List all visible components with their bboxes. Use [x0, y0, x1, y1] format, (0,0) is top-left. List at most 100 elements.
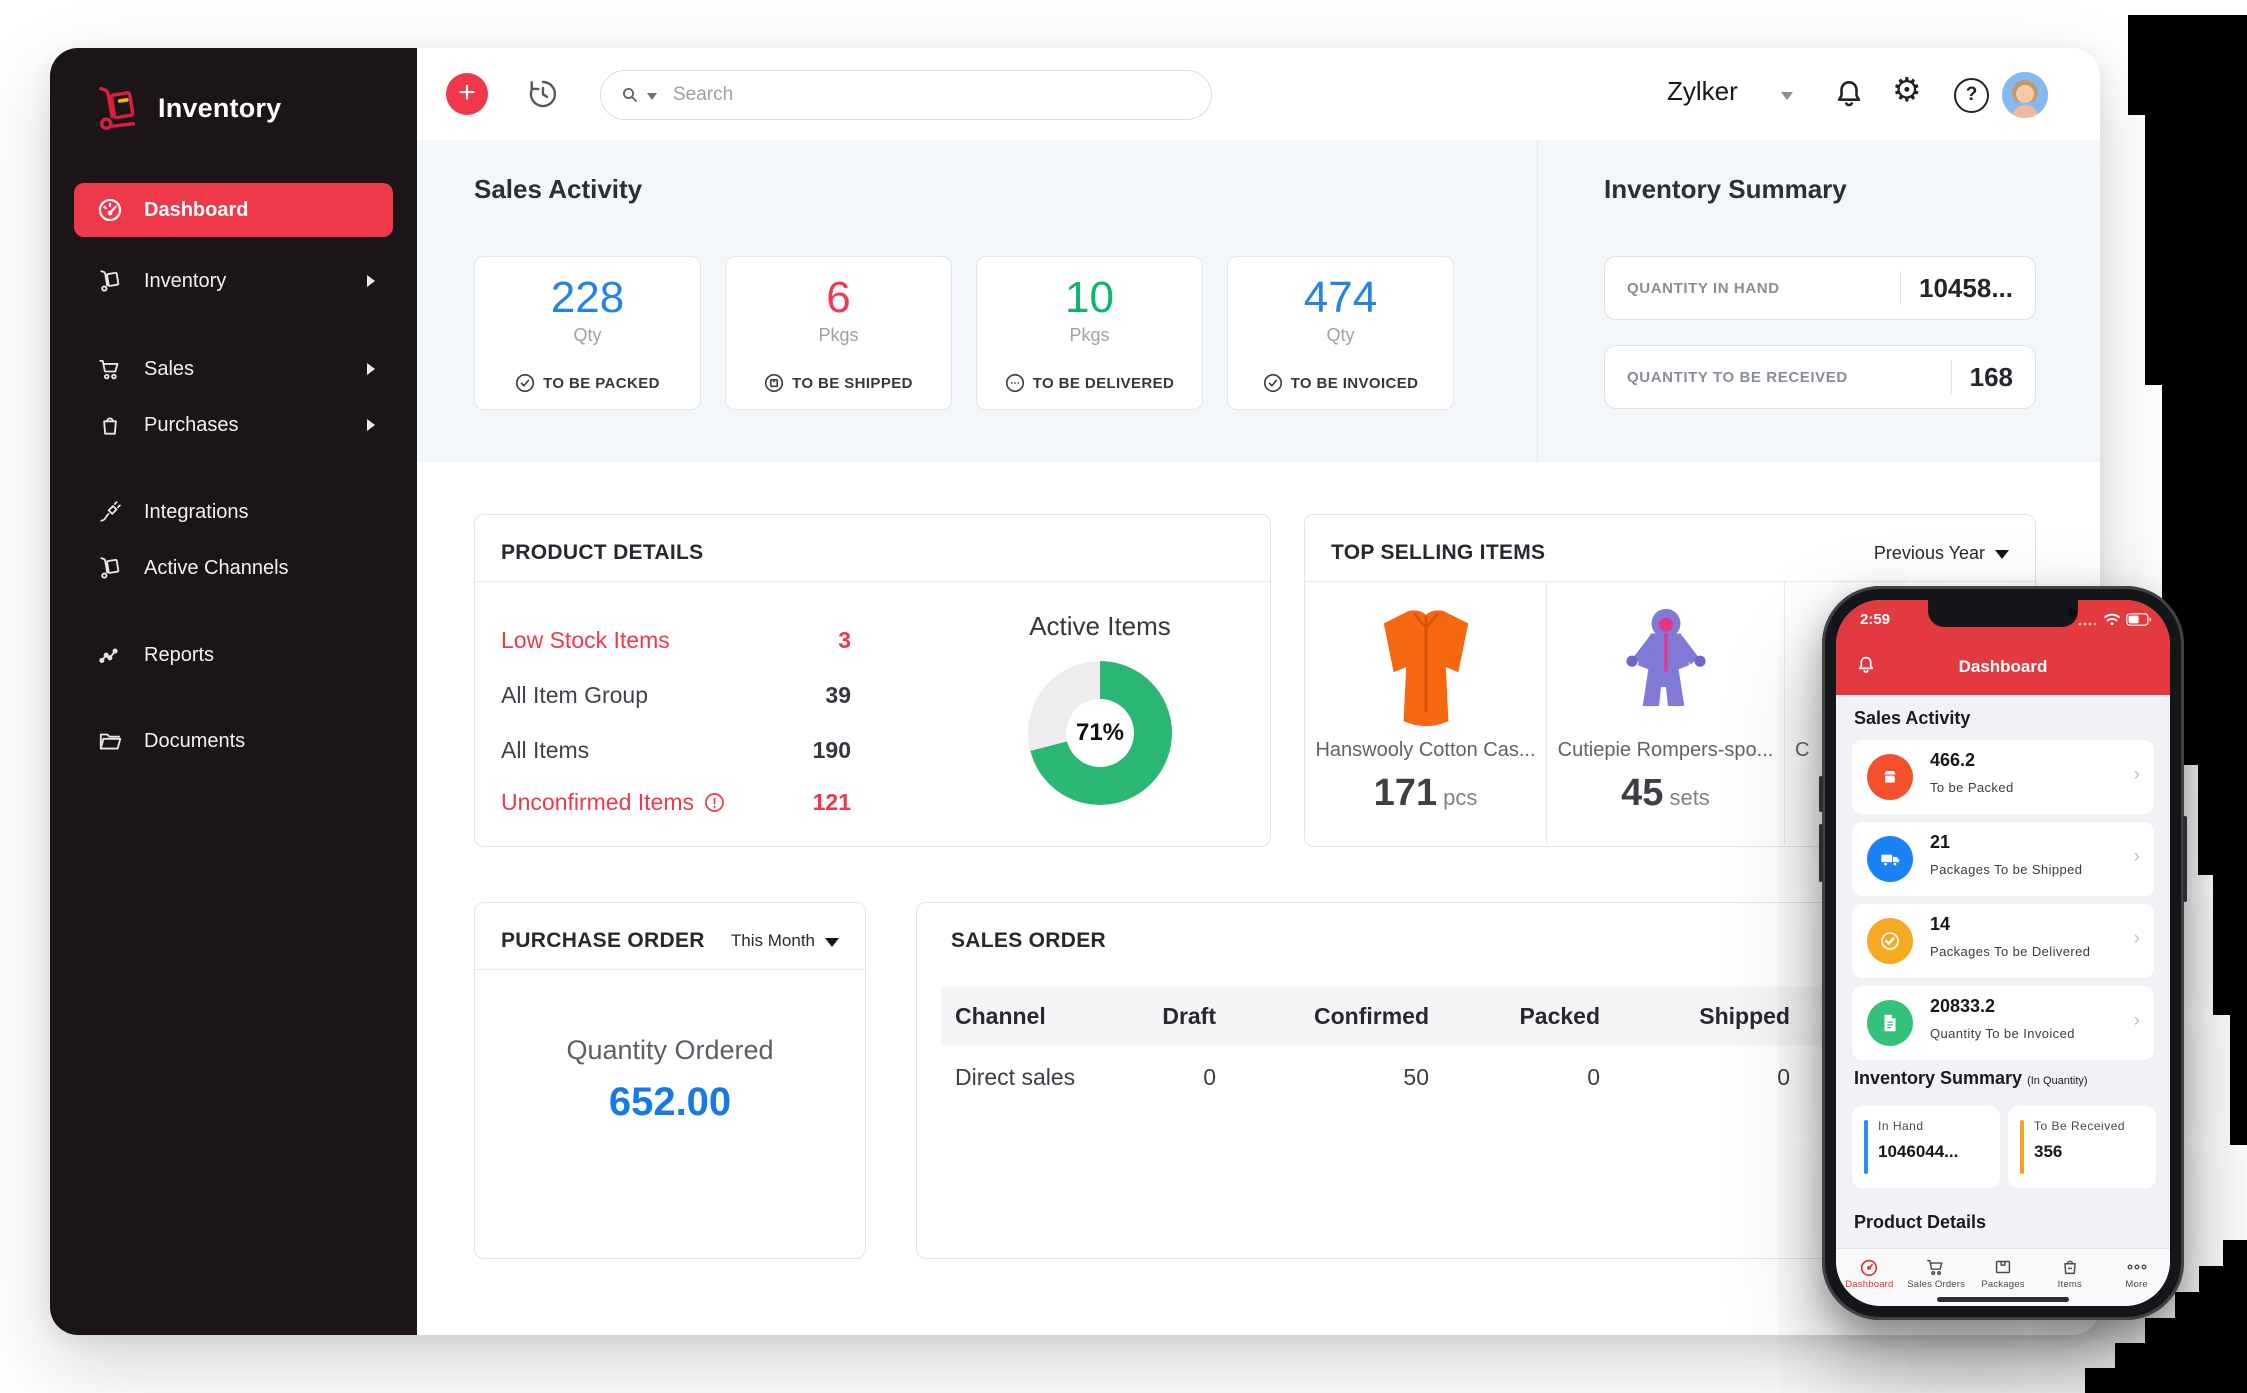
bell-icon[interactable]: [1831, 76, 1867, 112]
metric-unit: Pkgs: [726, 325, 951, 346]
caret-down-icon: [1995, 550, 2009, 559]
divider: [1900, 271, 1901, 305]
check-circle-icon: [515, 373, 535, 393]
item-name: Hanswooly Cotton Cas...: [1305, 739, 1546, 762]
all-item-group-row[interactable]: All Item Group 39: [501, 682, 851, 709]
metric-value: 228: [475, 273, 700, 323]
metric-label: TO BE INVOICED: [1291, 375, 1419, 392]
handtruck-icon: [96, 554, 124, 582]
history-icon[interactable]: [525, 76, 561, 112]
app-window: Inventory Dashboard Inventory: [50, 48, 2100, 1335]
phone-to-be-shipped-card[interactable]: 21 Packages To be Shipped ›: [1852, 822, 2154, 896]
metric-label: TO BE PACKED: [543, 375, 660, 392]
quantity-to-be-received-row: QUANTITY TO BE RECEIVED 168: [1604, 345, 2036, 409]
speedometer-icon: [1836, 1255, 1903, 1279]
accent-bar: [1864, 1120, 1868, 1174]
search-bar[interactable]: [600, 70, 1212, 120]
truck-icon: [1867, 836, 1913, 882]
to-be-shipped-card[interactable]: 6 Pkgs TO BE SHIPPED: [725, 256, 952, 410]
org-switcher[interactable]: Zylker: [1667, 76, 1738, 107]
search-input[interactable]: [671, 83, 1193, 107]
metric-unit: Qty: [475, 325, 700, 346]
active-items-donut: 71%: [1028, 661, 1172, 805]
line-chart-icon: [96, 641, 124, 669]
sidebar-item-reports[interactable]: Reports: [74, 631, 393, 679]
metric-unit: Qty: [1228, 325, 1453, 346]
check-circle-icon: [1263, 373, 1283, 393]
sidebar-item-purchases[interactable]: Purchases: [74, 401, 393, 449]
phone-to-be-invoiced-card[interactable]: 20833.2 Quantity To be Invoiced ›: [1852, 986, 2154, 1060]
all-items-row[interactable]: All Items 190: [501, 737, 851, 764]
top-item-1[interactable]: Hanswooly Cotton Cas... 171pcs: [1305, 581, 1546, 846]
column-header: Shipped: [1650, 987, 1790, 1045]
low-stock-items-row[interactable]: Low Stock Items 3: [501, 627, 851, 654]
handtruck-logo-icon: [90, 82, 142, 134]
sidebar-item-inventory[interactable]: Inventory: [74, 257, 393, 305]
period-filter[interactable]: Previous Year: [1874, 543, 2009, 564]
chevron-right-icon: ›: [2134, 1010, 2140, 1032]
sidebar-item-integrations[interactable]: Integrations: [74, 488, 393, 536]
chevron-right-icon: [367, 363, 375, 375]
phone-inventory-summary-title: Inventory Summary (In Quantity): [1854, 1068, 2088, 1089]
volume-up-button: [1819, 776, 1823, 812]
info-icon[interactable]: [704, 792, 725, 813]
sidebar-item-label: Dashboard: [144, 199, 248, 222]
summary-label: QUANTITY IN HAND: [1627, 280, 1780, 297]
divider: [475, 969, 865, 970]
app-logo[interactable]: Inventory: [90, 82, 281, 134]
home-indicator[interactable]: [1937, 1297, 2069, 1302]
metric-label: TO BE SHIPPED: [792, 375, 913, 392]
summary-label: QUANTITY TO BE RECEIVED: [1627, 369, 1848, 386]
romper-image: [1547, 597, 1784, 733]
add-button[interactable]: +: [446, 73, 488, 115]
phone-camera: [2068, 608, 2077, 617]
package-circle-icon: [764, 373, 784, 393]
sidebar: Inventory Dashboard Inventory: [50, 48, 417, 1335]
gear-icon[interactable]: ⚙: [1892, 72, 1928, 108]
package-icon: [1867, 754, 1913, 800]
help-icon[interactable]: ?: [1954, 78, 1990, 114]
phone-to-be-delivered-card[interactable]: 14 Packages To be Delivered ›: [1852, 904, 2154, 978]
metric-label: Quantity Ordered: [475, 1035, 865, 1066]
phone-screen: 2:59 Dashboard Sales Activity: [1836, 600, 2170, 1306]
avatar[interactable]: [2002, 72, 2048, 118]
unconfirmed-items-row[interactable]: Unconfirmed Items 121: [501, 789, 851, 816]
signal-icon: [2078, 614, 2098, 626]
top-item-2[interactable]: Cutiepie Rompers-spo... 45sets: [1547, 581, 1784, 846]
sidebar-item-dashboard[interactable]: Dashboard: [74, 183, 393, 237]
phone-in-hand-card[interactable]: In Hand 1046044...: [1852, 1106, 2000, 1188]
to-be-invoiced-card[interactable]: 474 Qty TO BE INVOICED: [1227, 256, 1454, 410]
phone-to-be-received-card[interactable]: To Be Received 356: [2008, 1106, 2156, 1188]
quantity-in-hand-row: QUANTITY IN HAND 10458...: [1604, 256, 2036, 320]
to-be-packed-card[interactable]: 228 Qty TO BE PACKED: [474, 256, 701, 410]
sidebar-item-active-channels[interactable]: Active Channels: [74, 544, 393, 592]
phone-tab-more[interactable]: More: [2103, 1249, 2170, 1306]
item-qty: 171: [1374, 772, 1437, 814]
search-scope-caret-icon[interactable]: [647, 93, 657, 100]
cart-icon: [96, 355, 124, 383]
sidebar-item-label: Sales: [144, 358, 194, 381]
period-filter[interactable]: This Month: [731, 931, 839, 951]
cardigan-image: [1305, 597, 1546, 733]
battery-icon: [2126, 613, 2152, 626]
phone-product-details-title: Product Details: [1854, 1212, 1986, 1233]
sidebar-item-sales[interactable]: Sales: [74, 345, 393, 393]
metric-unit: Pkgs: [977, 325, 1202, 346]
sidebar-item-label: Purchases: [144, 414, 239, 437]
phone-sales-activity-title: Sales Activity: [1854, 708, 1970, 729]
check-icon: [1867, 918, 1913, 964]
item-qty: 45: [1621, 772, 1663, 814]
invoice-icon: [1867, 1000, 1913, 1046]
to-be-delivered-card[interactable]: 10 Pkgs TO BE DELIVERED: [976, 256, 1203, 410]
sidebar-item-documents[interactable]: Documents: [74, 717, 393, 765]
phone-tab-dashboard[interactable]: Dashboard: [1836, 1249, 1903, 1306]
box-icon: [1970, 1255, 2037, 1279]
item-name: Cutiepie Rompers-spo...: [1547, 739, 1784, 762]
item-unit: sets: [1669, 785, 1709, 810]
sidebar-item-label: Reports: [144, 644, 214, 667]
phone-to-be-packed-card[interactable]: 466.2 To be Packed ›: [1852, 740, 2154, 814]
chevron-down-icon[interactable]: [1781, 92, 1793, 100]
wifi-icon: [2103, 613, 2121, 626]
chevron-right-icon: ›: [2134, 928, 2140, 950]
card-title: PURCHASE ORDER: [501, 929, 705, 953]
